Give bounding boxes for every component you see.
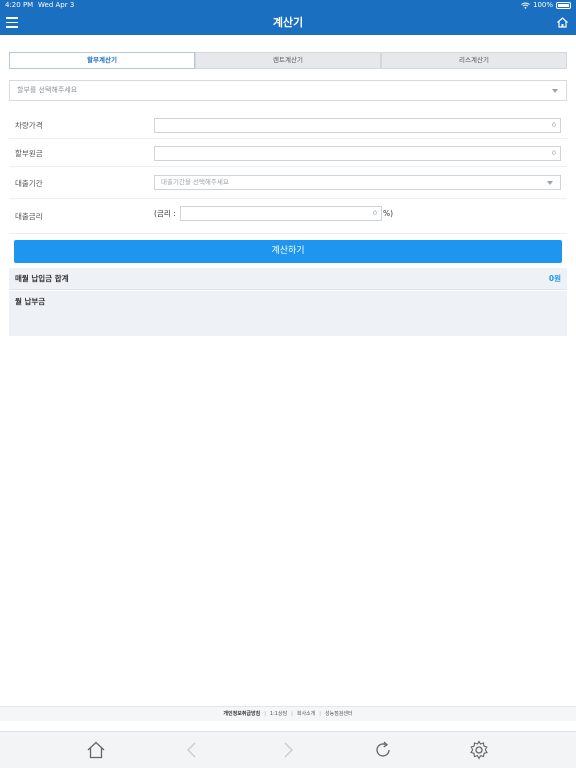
footer-links: 개인정보취급방침 | 1:1상담 | 회사소개 | 성능점검센터 xyxy=(0,706,576,721)
calculate-button[interactable]: 계산하기 xyxy=(14,240,562,263)
monthly-payment-label: 월 납부금 xyxy=(15,297,46,306)
nav-bar: 계산기 xyxy=(0,11,576,35)
interest-row: 대출금리 (금리 : 0 %) xyxy=(9,200,567,234)
refresh-icon[interactable] xyxy=(373,740,393,760)
principal-row: 할부원금 0 xyxy=(9,140,567,167)
chevron-down-icon xyxy=(552,89,558,93)
calculator-tabs: 할부계산기 렌트계산기 리스계산기 xyxy=(9,52,567,69)
tab-lease[interactable]: 리스계산기 xyxy=(381,52,567,69)
wifi-icon xyxy=(521,2,530,9)
interest-suffix: %) xyxy=(383,209,394,218)
interest-input[interactable]: 0 xyxy=(180,206,382,221)
monthly-payment-section: 월 납부금 xyxy=(9,291,567,336)
footer-link-inspection[interactable]: 성능점검센터 xyxy=(325,711,353,717)
status-date: Wed Apr 3 xyxy=(38,1,75,9)
loan-period-row: 대출기간 대출기간을 선택해주세요 xyxy=(9,168,567,199)
battery-percent: 100% xyxy=(532,1,553,9)
loan-period-select[interactable]: 대출기간을 선택해주세요 xyxy=(154,175,561,190)
principal-label: 할부원금 xyxy=(15,149,43,158)
interest-label: 대출금리 xyxy=(15,212,43,221)
vehicle-price-row: 차량가격 0 xyxy=(9,112,567,139)
footer-link-consult[interactable]: 1:1상담 xyxy=(270,711,287,717)
installment-select[interactable]: 할부를 선택해주세요 xyxy=(9,80,567,101)
installment-select-placeholder: 할부를 선택해주세요 xyxy=(17,86,78,94)
page-title: 계산기 xyxy=(272,16,304,29)
home-icon[interactable] xyxy=(86,740,106,760)
chevron-right-icon[interactable] xyxy=(278,740,298,760)
monthly-total-row: 매월 납입금 합계 0원 xyxy=(9,268,567,290)
tab-installment[interactable]: 할부계산기 xyxy=(9,52,195,69)
footer-link-privacy[interactable]: 개인정보취급방침 xyxy=(223,711,260,717)
footer-link-company[interactable]: 회사소개 xyxy=(297,711,315,717)
status-bar: 4:20 PM Wed Apr 3 100% xyxy=(0,0,576,11)
interest-prefix: (금리 : xyxy=(154,209,176,218)
monthly-total-label: 매월 납입금 합계 xyxy=(15,274,69,283)
monthly-total-value: 0원 xyxy=(548,274,561,283)
principal-input[interactable]: 0 xyxy=(154,146,561,161)
bottom-toolbar xyxy=(0,731,576,768)
status-time: 4:20 PM xyxy=(5,1,34,9)
vehicle-price-label: 차량가격 xyxy=(15,121,43,130)
status-right: 100% xyxy=(521,0,571,11)
vehicle-price-input[interactable]: 0 xyxy=(154,118,561,133)
battery-icon xyxy=(556,2,571,9)
gear-icon[interactable] xyxy=(469,740,489,760)
tab-rent[interactable]: 렌트계산기 xyxy=(195,52,381,69)
chevron-left-icon[interactable] xyxy=(182,740,202,760)
loan-period-placeholder: 대출기간을 선택해주세요 xyxy=(161,178,229,186)
loan-period-label: 대출기간 xyxy=(15,179,43,188)
home-icon[interactable] xyxy=(556,16,569,29)
chevron-down-icon xyxy=(547,181,553,185)
